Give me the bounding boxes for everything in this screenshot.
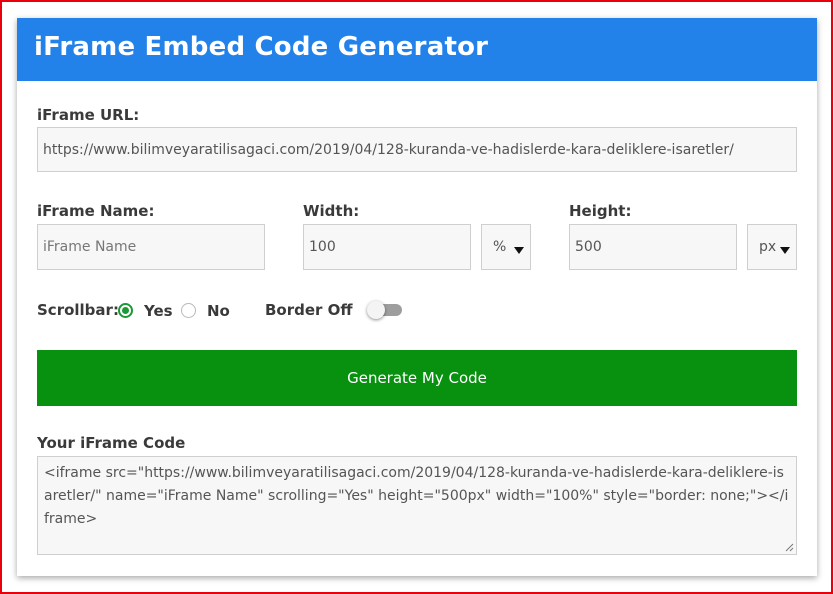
toggle-knob: [367, 301, 385, 319]
scrollbar-no-radio[interactable]: [181, 303, 196, 318]
scrollbar-yes-radio[interactable]: [118, 303, 133, 318]
name-label: iFrame Name:: [37, 202, 155, 220]
url-input[interactable]: https://www.bilimveyaratilisagaci.com/20…: [37, 127, 797, 172]
code-output-textarea[interactable]: <iframe src="https://www.bilimveyaratili…: [37, 456, 797, 555]
scrollbar-label: Scrollbar:: [37, 301, 119, 319]
output-label: Your iFrame Code: [37, 434, 186, 452]
generate-button[interactable]: Generate My Code: [37, 350, 797, 406]
page-title: iFrame Embed Code Generator: [34, 32, 489, 62]
width-input[interactable]: 100: [303, 224, 471, 270]
height-input[interactable]: 500: [569, 224, 737, 270]
code-output-text: <iframe src="https://www.bilimveyaratili…: [44, 465, 789, 527]
width-label: Width:: [303, 202, 360, 220]
height-unit-value: px: [759, 239, 777, 255]
height-label: Height:: [569, 202, 632, 220]
height-unit-select[interactable]: px: [747, 224, 797, 270]
border-label: Border Off: [265, 301, 353, 319]
scrollbar-no-label[interactable]: No: [207, 302, 230, 320]
generator-card: iFrame Embed Code Generator iFrame URL: …: [17, 18, 817, 576]
resize-grip-icon[interactable]: [785, 543, 794, 552]
name-input[interactable]: iFrame Name: [37, 224, 265, 270]
width-unit-select[interactable]: %: [481, 224, 531, 270]
scrollbar-yes-label[interactable]: Yes: [144, 302, 173, 320]
width-unit-value: %: [493, 239, 507, 255]
header-bar: iFrame Embed Code Generator: [17, 18, 817, 81]
chevron-down-icon: [514, 247, 524, 254]
url-label: iFrame URL:: [37, 106, 140, 124]
chevron-down-icon: [780, 247, 790, 254]
